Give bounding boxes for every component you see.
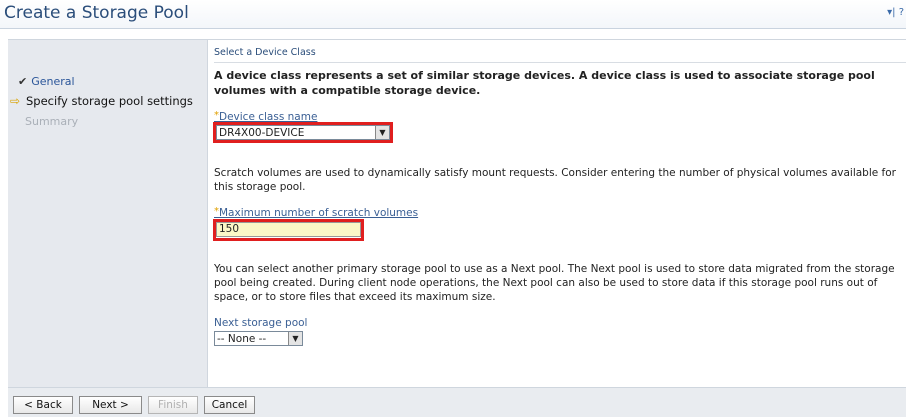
window-menu-icon[interactable]: ▾| ? <box>887 7 904 18</box>
wizard-step-settings[interactable]: ⇨ Specify storage pool settings <box>10 94 193 108</box>
next-pool-value: -- None -- <box>217 333 267 345</box>
wizard-step-general[interactable]: ✔ General <box>18 75 75 88</box>
cancel-button[interactable]: Cancel <box>204 396 255 414</box>
current-step-arrow-icon: ⇨ <box>10 94 21 108</box>
title-bar: Create a Storage Pool ▾| ? <box>0 0 906 29</box>
device-class-select[interactable]: DR4X00-DEVICE ▼ <box>216 125 390 140</box>
wizard-frame: ✔ General ⇨ Specify storage pool settings … <box>8 39 906 387</box>
step-title: Select a Device Class <box>214 47 316 58</box>
chevron-down-icon[interactable]: ▼ <box>375 126 389 139</box>
scratch-help-text: Scratch volumes are used to dynamically … <box>214 167 896 193</box>
wizard-content: Select a Device Class A device class rep… <box>213 40 906 387</box>
max-scratch-value: 150 <box>219 223 240 235</box>
chevron-down-icon[interactable]: ▼ <box>288 332 302 345</box>
back-button[interactable]: < Back <box>13 396 73 414</box>
finish-button[interactable]: Finish <box>148 396 198 414</box>
wizard-step-label: Specify storage pool settings <box>26 94 193 108</box>
checkmark-icon: ✔ <box>18 75 28 88</box>
max-scratch-input[interactable]: 150 <box>216 222 361 237</box>
next-pool-label: Next storage pool <box>214 317 308 329</box>
wizard-footer: < Back Next > Finish Cancel <box>8 387 906 417</box>
max-scratch-label: *Maximum number of scratch volumes <box>214 206 419 219</box>
wizard-step-label: General <box>31 75 75 88</box>
step-description: A device class represents a set of simil… <box>214 69 875 97</box>
divider <box>214 62 906 63</box>
wizard-step-nav: ✔ General ⇨ Specify storage pool settings … <box>8 40 208 387</box>
next-button[interactable]: Next > <box>79 396 142 414</box>
wizard-step-summary: Summary <box>25 115 79 128</box>
window-title: Create a Storage Pool <box>4 3 189 23</box>
next-pool-help-text: You can select another primary storage p… <box>214 263 895 303</box>
device-class-value: DR4X00-DEVICE <box>219 127 305 139</box>
next-pool-select[interactable]: -- None -- ▼ <box>214 331 303 346</box>
